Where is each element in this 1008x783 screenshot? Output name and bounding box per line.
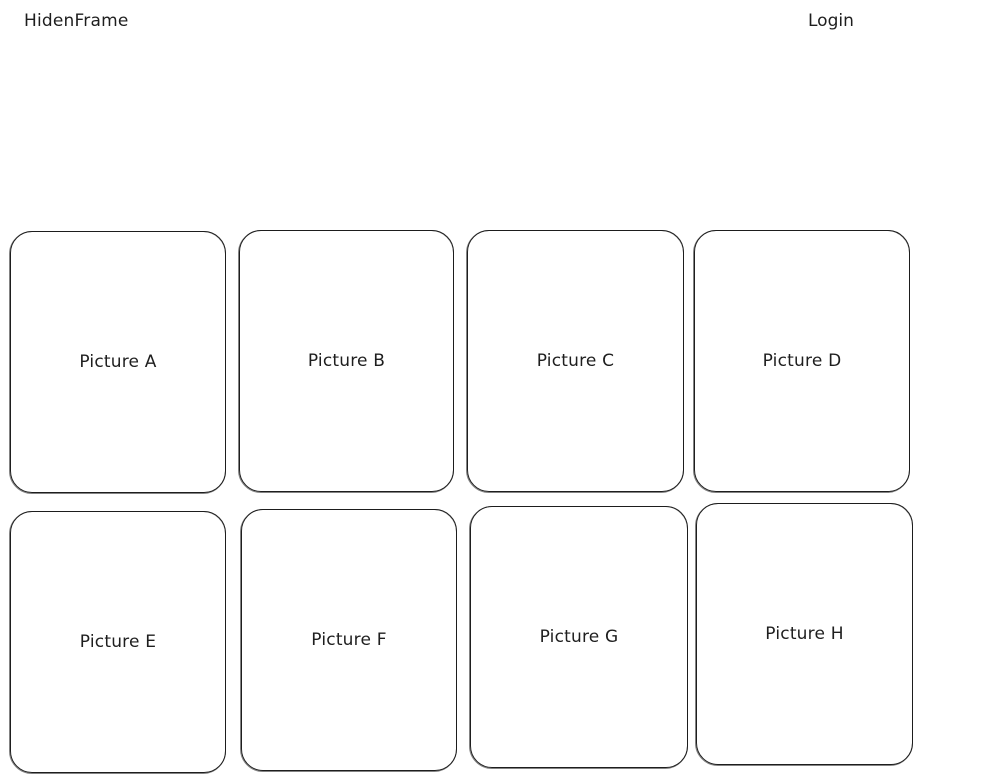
picture-card-f[interactable]: Picture F [240,509,457,772]
picture-card-e[interactable]: Picture E [9,511,226,774]
picture-gallery: Picture A Picture B Picture C Picture D … [0,0,1008,783]
picture-card-label: Picture F [311,630,387,650]
picture-card-label: Picture D [762,351,842,371]
picture-card-label: Picture A [79,352,157,372]
picture-card-c[interactable]: Picture C [466,230,684,493]
picture-card-label: Picture G [539,627,619,647]
picture-card-label: Picture H [765,624,844,644]
picture-card-b[interactable]: Picture B [238,230,454,493]
picture-card-d[interactable]: Picture D [693,230,910,493]
picture-card-g[interactable]: Picture G [469,506,688,769]
picture-card-h[interactable]: Picture H [695,503,913,766]
picture-card-label: Picture E [79,632,157,652]
picture-card-a[interactable]: Picture A [9,231,226,494]
picture-card-label: Picture C [536,351,615,371]
picture-card-label: Picture B [307,351,386,371]
